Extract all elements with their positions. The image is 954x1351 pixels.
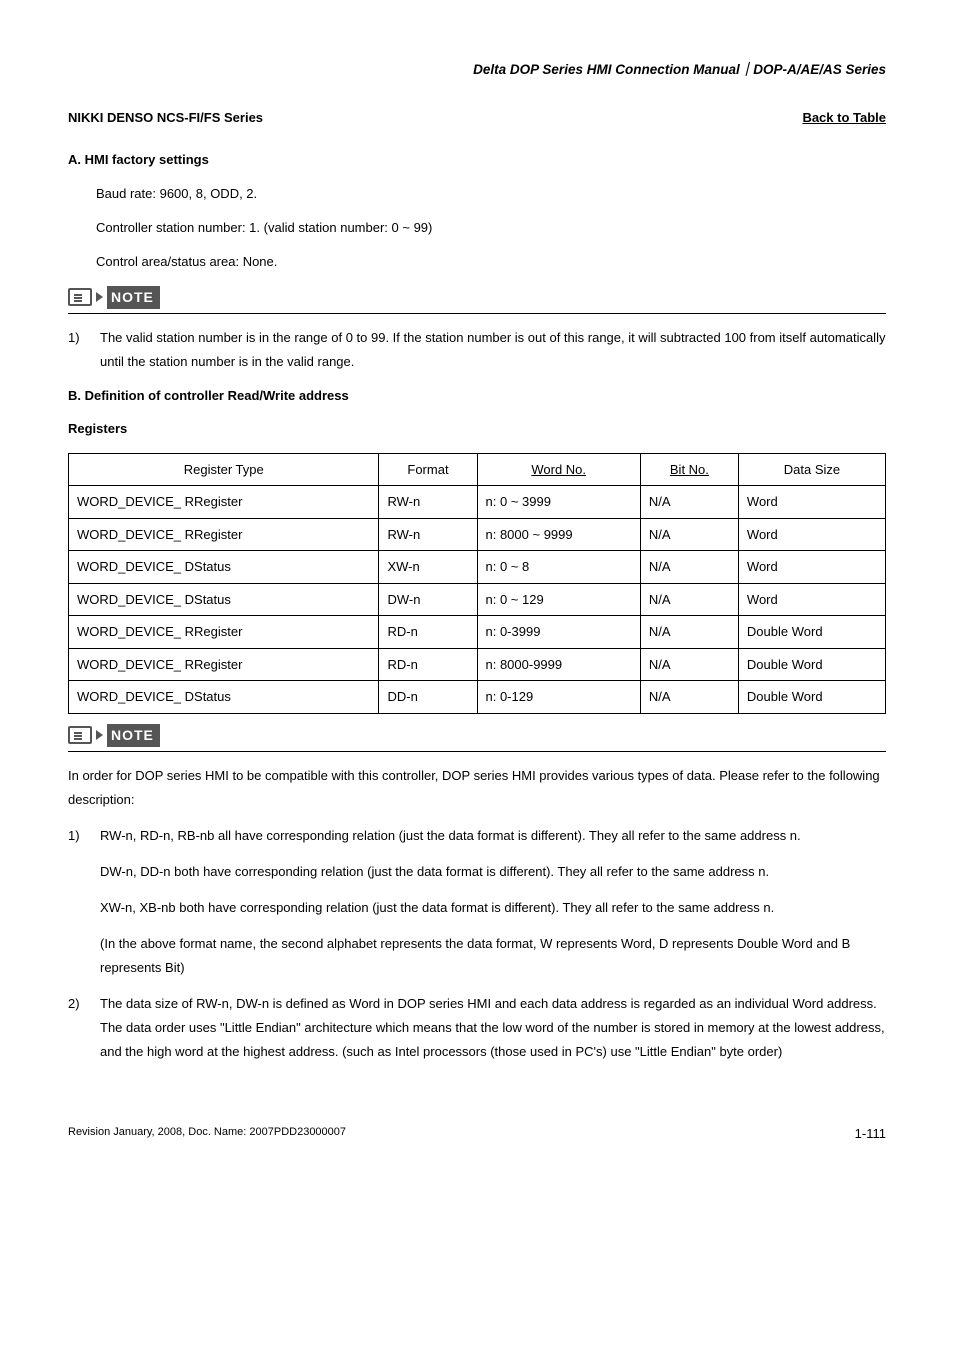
- note-label: NOTE: [107, 724, 160, 747]
- note1-num: 1): [68, 326, 86, 374]
- item-number: 1): [68, 824, 86, 848]
- table-cell: Word: [738, 518, 885, 551]
- note-rule-1: [68, 313, 886, 314]
- registers-label: Registers: [68, 419, 886, 439]
- table-row: WORD_DEVICE_ DStatusXW-nn: 0 ~ 8N/AWord: [69, 551, 886, 584]
- note2-item: 1) RW-n, RD-n, RB-nb all have correspondi…: [68, 824, 886, 848]
- note-label: NOTE: [107, 286, 160, 309]
- table-cell: RD-n: [379, 616, 477, 649]
- table-row: WORD_DEVICE_ RRegisterRD-nn: 8000-9999N/…: [69, 648, 886, 681]
- table-cell: N/A: [640, 518, 738, 551]
- table-cell: WORD_DEVICE_ RRegister: [69, 648, 379, 681]
- table-cell: XW-n: [379, 551, 477, 584]
- revision-text: Revision January, 2008, Doc. Name: 2007P…: [68, 1124, 346, 1144]
- table-row: WORD_DEVICE_ RRegisterRD-nn: 0-3999N/ADo…: [69, 616, 886, 649]
- table-cell: N/A: [640, 486, 738, 519]
- note2-item: 2)The data size of RW-n, DW-n is defined…: [68, 992, 886, 1064]
- table-cell: N/A: [640, 616, 738, 649]
- device-title: NIKKI DENSO NCS-FI/FS Series: [68, 108, 263, 128]
- note-rule-2: [68, 751, 886, 752]
- table-cell: RW-n: [379, 486, 477, 519]
- item-body: RW-n, RD-n, RB-nb all have corresponding…: [100, 824, 886, 848]
- item-subpara: (In the above format name, the second al…: [100, 932, 886, 980]
- table-cell: n: 0-129: [477, 681, 640, 714]
- table-cell: n: 8000-9999: [477, 648, 640, 681]
- table-cell: n: 0 ~ 129: [477, 583, 640, 616]
- registers-table: Register Type Format Word No. Bit No. Da…: [68, 453, 886, 714]
- th-type: Register Type: [69, 453, 379, 486]
- table-row: WORD_DEVICE_ RRegisterRW-nn: 8000 ~ 9999…: [69, 518, 886, 551]
- table-row: WORD_DEVICE_ RRegisterRW-nn: 0 ~ 3999N/A…: [69, 486, 886, 519]
- table-cell: WORD_DEVICE_ RRegister: [69, 616, 379, 649]
- item-subpara: DW-n, DD-n both have corresponding relat…: [100, 860, 886, 884]
- manual-header: Delta DOP Series HMI Connection Manual｜D…: [68, 60, 886, 80]
- title-row: NIKKI DENSO NCS-FI/FS Series Back to Tab…: [68, 108, 886, 128]
- page-number: 1-111: [855, 1124, 886, 1144]
- control-area-line: Control area/status area: None.: [96, 251, 886, 273]
- table-row: WORD_DEVICE_ DStatusDW-nn: 0 ~ 129N/AWor…: [69, 583, 886, 616]
- note1-text: The valid station number is in the range…: [100, 326, 886, 374]
- note-badge-2: NOTE: [68, 724, 886, 747]
- note-doc-icon: [68, 288, 92, 306]
- table-cell: n: 0 ~ 3999: [477, 486, 640, 519]
- table-cell: Double Word: [738, 681, 885, 714]
- th-size: Data Size: [738, 453, 885, 486]
- controller-line: Controller station number: 1. (valid sta…: [96, 217, 886, 239]
- table-row: WORD_DEVICE_ DStatusDD-nn: 0-129N/ADoubl…: [69, 681, 886, 714]
- note2-intro: In order for DOP series HMI to be compat…: [68, 764, 886, 812]
- section-a-heading: A. HMI factory settings: [68, 150, 886, 170]
- table-cell: Double Word: [738, 616, 885, 649]
- back-to-table-link[interactable]: Back to Table: [802, 108, 886, 128]
- baud-line: Baud rate: 9600, 8, ODD, 2.: [96, 183, 886, 205]
- th-word-no: Word No.: [477, 453, 640, 486]
- page-footer: Revision January, 2008, Doc. Name: 2007P…: [68, 1124, 886, 1144]
- th-format: Format: [379, 453, 477, 486]
- table-cell: N/A: [640, 583, 738, 616]
- note1-item: 1) The valid station number is in the ra…: [68, 326, 886, 374]
- note-badge-1: NOTE: [68, 286, 886, 309]
- item-subpara: XW-n, XB-nb both have corresponding rela…: [100, 896, 886, 920]
- note-doc-icon: [68, 726, 92, 744]
- table-cell: Word: [738, 486, 885, 519]
- table-cell: Word: [738, 551, 885, 584]
- section-b-heading: B. Definition of controller Read/Write a…: [68, 386, 886, 406]
- table-cell: N/A: [640, 551, 738, 584]
- table-cell: WORD_DEVICE_ DStatus: [69, 583, 379, 616]
- table-cell: n: 0 ~ 8: [477, 551, 640, 584]
- table-header-row: Register Type Format Word No. Bit No. Da…: [69, 453, 886, 486]
- table-cell: RD-n: [379, 648, 477, 681]
- table-cell: RW-n: [379, 518, 477, 551]
- table-cell: n: 8000 ~ 9999: [477, 518, 640, 551]
- table-cell: n: 0-3999: [477, 616, 640, 649]
- table-cell: Word: [738, 583, 885, 616]
- note-arrow-icon: [96, 292, 103, 302]
- table-cell: DD-n: [379, 681, 477, 714]
- table-cell: Double Word: [738, 648, 885, 681]
- table-cell: DW-n: [379, 583, 477, 616]
- table-cell: WORD_DEVICE_ DStatus: [69, 551, 379, 584]
- note-arrow-icon: [96, 730, 103, 740]
- th-bit-no: Bit No.: [640, 453, 738, 486]
- table-cell: WORD_DEVICE_ RRegister: [69, 486, 379, 519]
- table-cell: WORD_DEVICE_ DStatus: [69, 681, 379, 714]
- table-cell: N/A: [640, 648, 738, 681]
- item-body: The data size of RW-n, DW-n is defined a…: [100, 992, 886, 1064]
- table-cell: WORD_DEVICE_ RRegister: [69, 518, 379, 551]
- table-cell: N/A: [640, 681, 738, 714]
- item-number: 2): [68, 992, 86, 1064]
